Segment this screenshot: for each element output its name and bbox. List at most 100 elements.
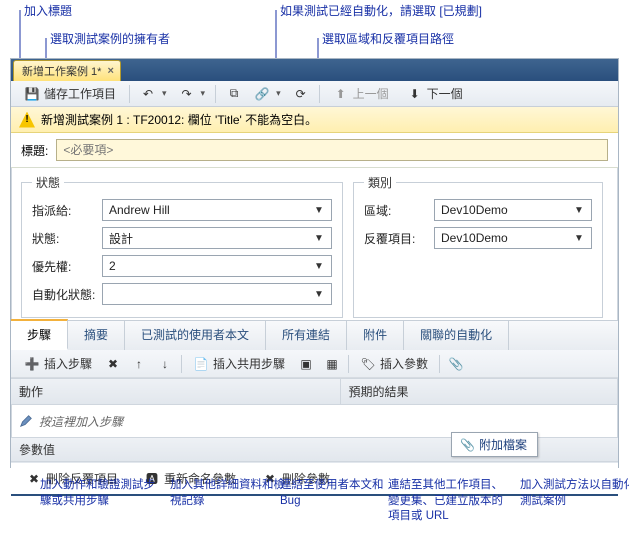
steps-placeholder: 按這裡加入步驟 xyxy=(39,413,123,430)
col-action: 動作 xyxy=(11,379,341,404)
prev-button: ⬆ 上一個 xyxy=(326,82,396,105)
tab-summary[interactable]: 摘要 xyxy=(68,321,125,350)
link-icon: 🔗 xyxy=(254,86,270,102)
detail-tabs: 步驟 摘要 已測試的使用者本文 所有連結 附件 關聯的自動化 xyxy=(11,320,618,350)
link-button[interactable]: 🔗 xyxy=(250,83,285,105)
assigned-label: 指派給: xyxy=(32,202,96,219)
callout-add-title: 加入標題 xyxy=(24,2,72,19)
window-tab[interactable]: 新增工作案例 1* × xyxy=(13,60,121,81)
tab-all-links[interactable]: 所有連結 xyxy=(266,321,347,350)
param-section-label: 參數值 xyxy=(19,441,55,458)
class-group: 類別 區域: Dev10Demo ▼ 反覆項目: Dev10Demo ▼ xyxy=(353,174,603,318)
iteration-value: Dev10Demo xyxy=(441,231,508,245)
chevron-down-icon: ▼ xyxy=(571,233,587,244)
callout-select-owner: 選取測試案例的擁有者 xyxy=(50,30,170,47)
callout-automation-planned: 如果測試已經自動化，請選取 [已規劃] xyxy=(280,2,482,19)
arrow-up-icon: ↑ xyxy=(131,356,147,372)
create-shared-icon: ▦ xyxy=(324,356,340,372)
tab-associated-automation[interactable]: 關聯的自動化 xyxy=(404,321,509,350)
tab-tested-userstory[interactable]: 已測試的使用者本文 xyxy=(125,321,266,350)
move-up-button[interactable]: ↑ xyxy=(127,353,151,375)
refresh-button[interactable]: ⟳ xyxy=(289,83,313,105)
insert-step-icon: ➕ xyxy=(24,356,40,372)
arrow-down-icon: ⬇ xyxy=(407,86,423,102)
redo-icon: ↷ xyxy=(179,86,195,102)
redo-button[interactable]: ↷ xyxy=(175,83,210,105)
automation-label: 自動化狀態: xyxy=(32,286,96,303)
workitem-window: 新增工作案例 1* × 💾 儲存工作項目 ↶ ↷ ⧉ 🔗 ⟳ ⬆ 上一個 xyxy=(10,58,619,468)
next-label: 下一個 xyxy=(427,85,463,102)
warning-icon xyxy=(19,112,35,128)
area-value: Dev10Demo xyxy=(441,203,508,217)
callout-link-userstory: 連結至使用者本文和 Bug xyxy=(280,478,400,509)
delete-icon: ✖ xyxy=(105,356,121,372)
chevron-down-icon: ▼ xyxy=(311,261,327,272)
save-label: 儲存工作項目 xyxy=(44,85,116,102)
disk-icon: 💾 xyxy=(24,86,40,102)
insert-step-button[interactable]: ➕ 插入步驟 xyxy=(17,352,99,375)
state-combo[interactable]: 設計 ▼ xyxy=(102,227,332,249)
insert-shared-button[interactable]: 📄 插入共用步驟 xyxy=(186,352,292,375)
class-legend: 類別 xyxy=(364,174,396,191)
assigned-combo[interactable]: Andrew Hill ▼ xyxy=(102,199,332,221)
title-label: 標題: xyxy=(21,142,48,159)
priority-combo[interactable]: 2 ▼ xyxy=(102,255,332,277)
assigned-value: Andrew Hill xyxy=(109,203,170,217)
undo-button[interactable]: ↶ xyxy=(136,83,171,105)
iteration-combo[interactable]: Dev10Demo ▼ xyxy=(434,227,592,249)
title-row: 標題: xyxy=(11,133,618,168)
attach-button[interactable]: 📎 xyxy=(444,353,468,375)
priority-value: 2 xyxy=(109,259,116,273)
warning-text: 新增測試案例 1 : TF20012: 欄位 'Title' 不能為空白。 xyxy=(41,111,317,128)
callout-add-details: 加入其他詳細資料和檢視記錄 xyxy=(170,478,290,509)
window-tabstrip: 新增工作案例 1* × xyxy=(11,59,618,81)
automation-combo[interactable]: ▼ xyxy=(102,283,332,305)
move-down-button[interactable]: ↓ xyxy=(153,353,177,375)
area-combo[interactable]: Dev10Demo ▼ xyxy=(434,199,592,221)
steps-grid-header: 動作 預期的結果 xyxy=(11,378,618,405)
priority-label: 優先權: xyxy=(32,258,96,275)
copy-button[interactable]: ⧉ xyxy=(222,83,246,105)
shared-step-icon: 📄 xyxy=(193,356,209,372)
chevron-down-icon: ▼ xyxy=(311,205,327,216)
param-icon: 🏷 xyxy=(360,356,376,372)
status-group: 狀態 指派給: Andrew Hill ▼ 狀態: 設計 ▼ 優先權: 2 xyxy=(21,174,343,318)
copy-icon: ⧉ xyxy=(226,86,242,102)
undo-icon: ↶ xyxy=(140,86,156,102)
next-button[interactable]: ⬇ 下一個 xyxy=(400,82,470,105)
callout-add-steps: 加入動作和驗證測試步驟或共用步驟 xyxy=(40,478,160,509)
paperclip-icon: 📎 xyxy=(448,356,464,372)
tab-attachments[interactable]: 附件 xyxy=(347,321,404,350)
arrow-up-icon: ⬆ xyxy=(333,86,349,102)
callout-add-automation: 加入測試方法以自動化測試案例 xyxy=(520,478,629,509)
toolbar: 💾 儲存工作項目 ↶ ↷ ⧉ 🔗 ⟳ ⬆ 上一個 ⬇ 下一個 xyxy=(11,81,618,107)
refresh-icon: ⟳ xyxy=(293,86,309,102)
delete-step-button[interactable]: ✖ xyxy=(101,353,125,375)
steps-toolbar: ➕ 插入步驟 ✖ ↑ ↓ 📄 插入共用步驟 ▣ ▦ 🏷 插入參數 📎 xyxy=(11,350,618,378)
pencil-icon xyxy=(19,414,33,428)
create-shared-button[interactable]: ▦ xyxy=(320,353,344,375)
window-tab-title: 新增工作案例 1* xyxy=(22,63,101,79)
attach-file-popup[interactable]: 📎 附加檔案 xyxy=(451,432,538,457)
iteration-label: 反覆項目: xyxy=(364,230,428,247)
warning-bar: 新增測試案例 1 : TF20012: 欄位 'Title' 不能為空白。 xyxy=(11,107,618,133)
callout-area-iteration: 選取區域和反覆項目路徑 xyxy=(322,30,454,47)
prev-label: 上一個 xyxy=(353,85,389,102)
open-shared-button[interactable]: ▣ xyxy=(294,353,318,375)
chevron-down-icon: ▼ xyxy=(311,233,327,244)
status-legend: 狀態 xyxy=(32,174,64,191)
save-button[interactable]: 💾 儲存工作項目 xyxy=(17,82,123,105)
insert-param-label: 插入參數 xyxy=(380,355,428,372)
close-icon[interactable]: × xyxy=(107,65,113,77)
insert-shared-label: 插入共用步驟 xyxy=(213,355,285,372)
state-value: 設計 xyxy=(109,230,133,247)
title-input[interactable] xyxy=(56,139,608,161)
param-section-header: 參數值 📎 附加檔案 xyxy=(11,437,618,462)
paperclip-icon: 📎 xyxy=(460,438,475,452)
insert-param-button[interactable]: 🏷 插入參數 xyxy=(353,352,435,375)
chevron-down-icon: ▼ xyxy=(311,289,327,300)
callout-link-workitems: 連結至其他工作項目、變更集、已建立版本的項目或 URL xyxy=(388,478,508,525)
chevron-down-icon: ▼ xyxy=(571,205,587,216)
tab-steps[interactable]: 步驟 xyxy=(11,319,68,350)
open-icon: ▣ xyxy=(298,356,314,372)
